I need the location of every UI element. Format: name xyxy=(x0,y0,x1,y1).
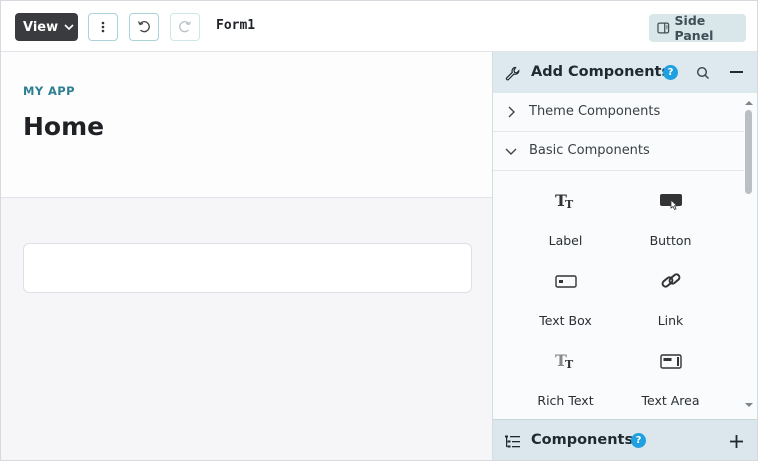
link-icon xyxy=(661,273,681,288)
collapse-icon[interactable] xyxy=(730,71,743,74)
app-window: View Form1 Side Panel MY APP Home Add Co… xyxy=(0,0,758,461)
undo-button[interactable] xyxy=(129,13,159,41)
scrollbar-thumb[interactable] xyxy=(745,110,752,194)
component-label[interactable]: TT Label xyxy=(513,176,618,256)
app-name-label: MY APP xyxy=(23,84,75,98)
scroll-down-arrow-icon[interactable] xyxy=(745,402,753,408)
page-title: Home xyxy=(23,112,105,141)
more-vertical-icon xyxy=(101,21,105,33)
side-panel-icon xyxy=(657,22,670,34)
side-panel-button[interactable]: Side Panel xyxy=(649,13,746,43)
section-label: Theme Components xyxy=(529,104,661,119)
view-button[interactable]: View xyxy=(15,13,78,41)
undo-icon xyxy=(137,21,150,33)
component-link[interactable]: Link xyxy=(618,256,723,336)
component-text-box[interactable]: Text Box xyxy=(513,256,618,336)
view-button-label: View xyxy=(23,19,59,35)
component-text-area[interactable]: Text Area xyxy=(618,336,723,416)
text-area-icon xyxy=(660,354,682,369)
component-item-label: Link xyxy=(657,313,684,328)
section-label: Basic Components xyxy=(529,143,650,158)
side-panel: Add Components ? Theme Components Basic … xyxy=(492,52,757,460)
component-button[interactable]: Button xyxy=(618,176,723,256)
button-icon xyxy=(660,194,682,211)
chevron-down-icon xyxy=(505,148,517,155)
component-item-label: Text Area xyxy=(641,393,700,408)
chevron-down-icon xyxy=(64,24,74,31)
tree-list-icon xyxy=(505,435,520,448)
component-item-label: Rich Text xyxy=(537,393,594,408)
label-text-icon: TT xyxy=(555,191,574,211)
add-icon[interactable] xyxy=(730,435,743,448)
more-options-button[interactable] xyxy=(88,13,118,41)
add-components-header: Add Components ? xyxy=(493,52,757,93)
component-item-label: Label xyxy=(548,233,583,248)
components-title: Components xyxy=(531,432,634,448)
svg-text:T: T xyxy=(565,198,574,211)
rich-text-icon: TT xyxy=(555,351,574,371)
svg-text:T: T xyxy=(565,358,574,371)
scroll-up-arrow-icon[interactable] xyxy=(745,100,753,106)
component-item-label: Text Box xyxy=(539,313,592,328)
form-body[interactable] xyxy=(1,198,492,460)
redo-icon xyxy=(179,21,192,33)
chevron-right-icon xyxy=(508,106,515,118)
side-panel-label: Side Panel xyxy=(674,13,714,43)
components-tree-header[interactable]: Components ? xyxy=(493,419,757,460)
section-basic-components[interactable]: Basic Components xyxy=(493,132,744,171)
help-icon[interactable]: ? xyxy=(631,433,646,448)
section-theme-components[interactable]: Theme Components xyxy=(493,93,744,132)
wrench-icon xyxy=(505,66,520,81)
search-icon[interactable] xyxy=(696,66,710,80)
toolbar: View Form1 Side Panel xyxy=(1,1,757,52)
app-header[interactable]: MY APP Home xyxy=(1,52,492,198)
content-placeholder-box[interactable] xyxy=(23,243,472,293)
redo-button[interactable] xyxy=(170,13,200,41)
textbox-icon xyxy=(555,275,577,288)
help-icon[interactable]: ? xyxy=(663,65,678,80)
component-rich-text[interactable]: TT Rich Text xyxy=(513,336,618,416)
component-item-label: Button xyxy=(649,233,692,248)
add-components-title: Add Components xyxy=(531,64,671,80)
form-name: Form1 xyxy=(216,18,256,33)
